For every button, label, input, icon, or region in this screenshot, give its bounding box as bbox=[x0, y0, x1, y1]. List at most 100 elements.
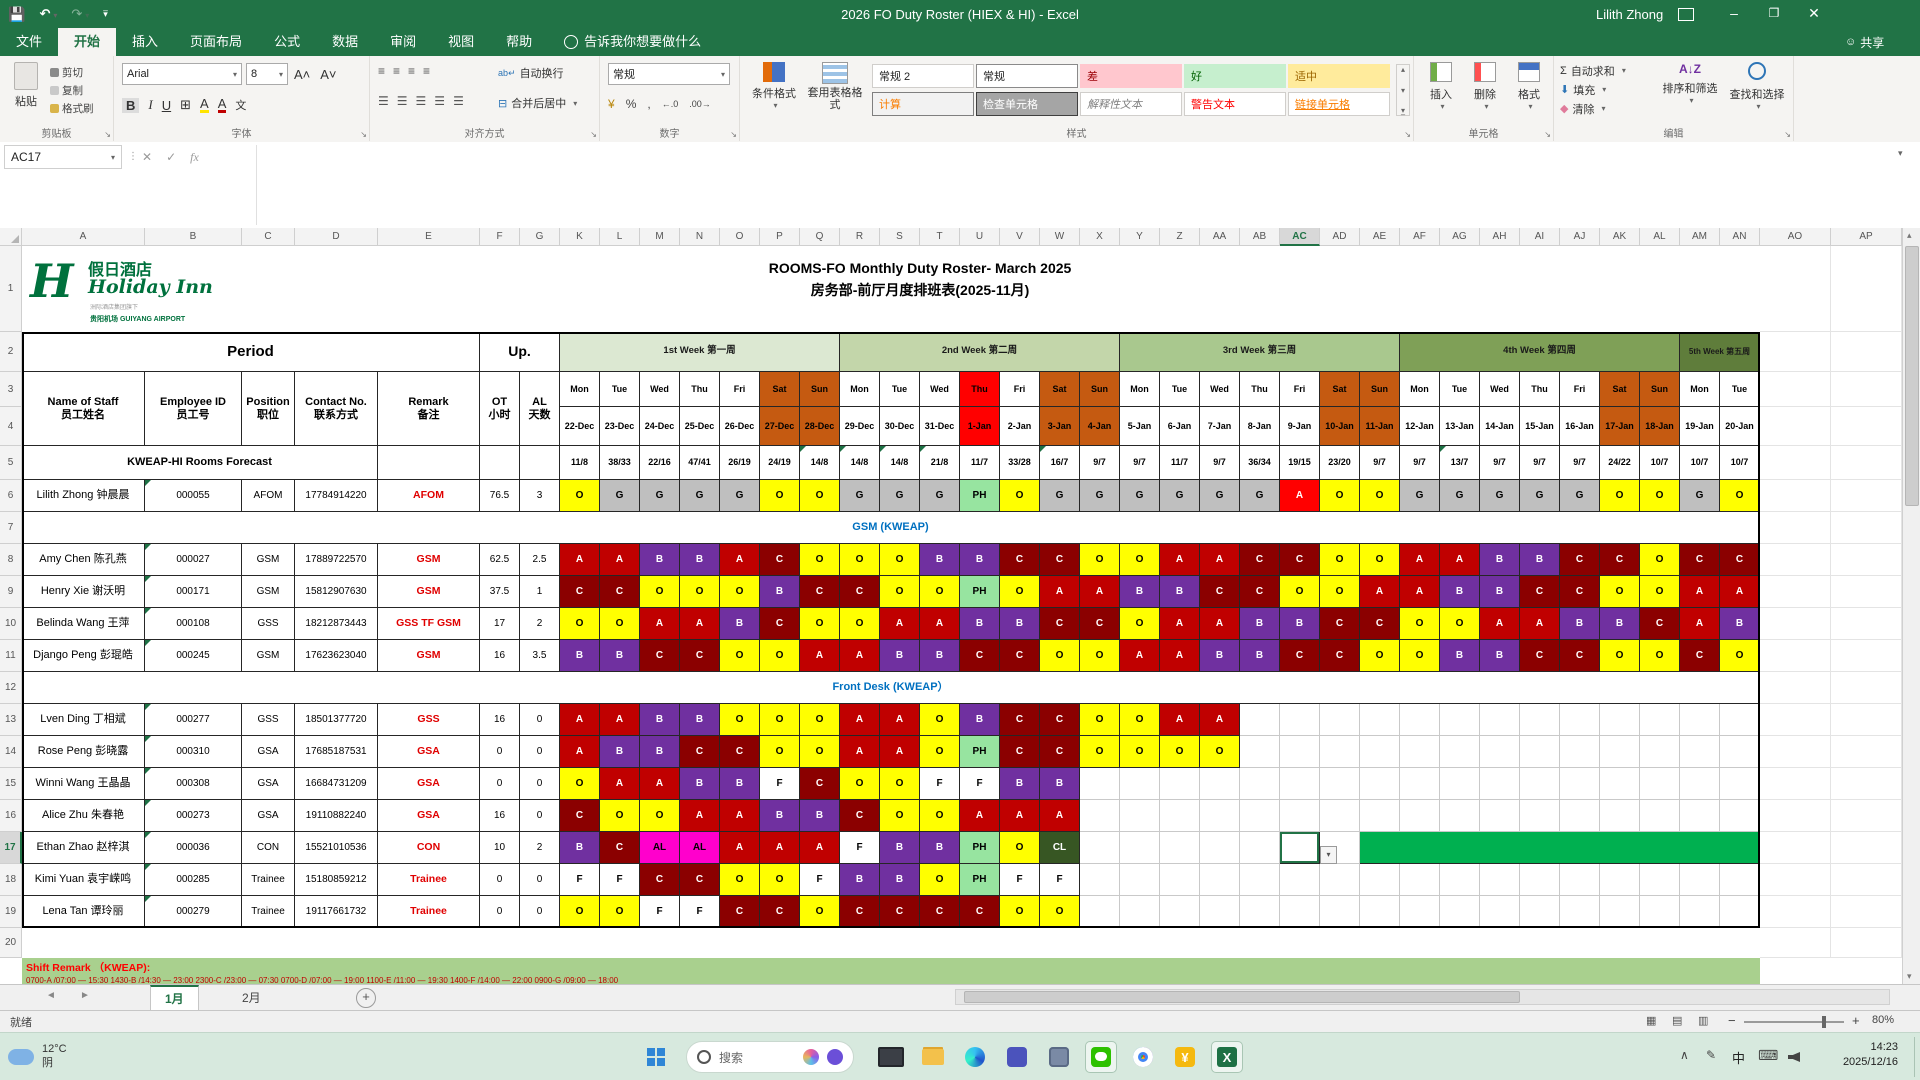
selected-cell-AC17[interactable] bbox=[1280, 832, 1320, 864]
empty-shift-cell[interactable] bbox=[1360, 800, 1400, 832]
staff-name[interactable]: Django Peng 彭琨皓 bbox=[22, 640, 145, 672]
empty-shift-cell[interactable] bbox=[1200, 864, 1240, 896]
column-header-K[interactable]: K bbox=[560, 228, 600, 246]
cell-style-警告文本[interactable]: 警告文本 bbox=[1184, 92, 1286, 116]
row-header-19[interactable]: 19 bbox=[0, 896, 22, 928]
shift-cell[interactable]: O bbox=[1080, 544, 1120, 576]
staff-position[interactable]: GSM bbox=[242, 544, 295, 576]
insert-function-icon[interactable]: fx bbox=[190, 150, 199, 165]
shift-cell[interactable]: A bbox=[1000, 800, 1040, 832]
staff-id[interactable]: 000036 bbox=[145, 832, 242, 864]
forecast-cell[interactable]: 22/16 bbox=[640, 446, 680, 480]
shift-cell[interactable]: A bbox=[560, 704, 600, 736]
empty-shift-cell[interactable] bbox=[1720, 864, 1760, 896]
paste-button[interactable]: 粘贴 bbox=[6, 62, 46, 120]
empty-shift-cell[interactable] bbox=[1120, 800, 1160, 832]
shift-cell[interactable]: A bbox=[880, 608, 920, 640]
shift-cell[interactable]: PH bbox=[960, 736, 1000, 768]
close-button[interactable]: ✕ bbox=[1794, 0, 1834, 28]
shift-cell[interactable]: PH bbox=[960, 576, 1000, 608]
empty-shift-cell[interactable] bbox=[1600, 736, 1640, 768]
shift-cell[interactable]: B bbox=[1480, 544, 1520, 576]
merged-green-range[interactable] bbox=[1360, 832, 1760, 864]
empty-shift-cell[interactable] bbox=[1280, 864, 1320, 896]
row-header-9[interactable]: 9 bbox=[0, 576, 22, 608]
shift-cell[interactable]: O bbox=[720, 640, 760, 672]
shift-cell[interactable]: B bbox=[680, 704, 720, 736]
shift-cell[interactable]: C bbox=[1000, 640, 1040, 672]
staff-position[interactable]: GSA bbox=[242, 736, 295, 768]
shift-cell[interactable]: O bbox=[1080, 640, 1120, 672]
shift-cell[interactable]: B bbox=[600, 640, 640, 672]
ribbon-tab-视图[interactable]: 视图 bbox=[432, 28, 490, 56]
shift-cell[interactable]: O bbox=[760, 640, 800, 672]
shift-cell[interactable]: O bbox=[1200, 736, 1240, 768]
shift-cell[interactable]: A bbox=[560, 736, 600, 768]
staff-id[interactable]: 000308 bbox=[145, 768, 242, 800]
shift-cell[interactable]: O bbox=[800, 736, 840, 768]
shift-cell[interactable]: O bbox=[880, 544, 920, 576]
shift-cell[interactable]: C bbox=[680, 864, 720, 896]
forecast-cell[interactable]: 33/28 bbox=[1000, 446, 1040, 480]
cells-格式-button[interactable]: 格式 ▾ bbox=[1508, 62, 1550, 120]
shift-cell[interactable]: O bbox=[1360, 480, 1400, 512]
percent-format-icon[interactable]: % bbox=[626, 97, 637, 111]
shift-cell[interactable]: C bbox=[1040, 704, 1080, 736]
shift-cell[interactable]: A bbox=[1040, 800, 1080, 832]
shift-cell[interactable]: A bbox=[1080, 576, 1120, 608]
number-format-select[interactable]: 常规 ▾ bbox=[608, 63, 730, 85]
shift-cell[interactable]: O bbox=[1280, 576, 1320, 608]
shift-cell[interactable]: A bbox=[1160, 608, 1200, 640]
clipboard-item-2[interactable]: 格式刷 bbox=[50, 100, 112, 116]
shift-cell[interactable]: O bbox=[920, 704, 960, 736]
keyboard-icon[interactable]: ⌨ bbox=[1758, 1047, 1778, 1064]
shift-cell[interactable]: A bbox=[1280, 480, 1320, 512]
staff-ot[interactable]: 16 bbox=[480, 704, 520, 736]
staff-al[interactable]: 0 bbox=[520, 800, 560, 832]
empty-shift-cell[interactable] bbox=[1120, 768, 1160, 800]
cell-style-解释性文本[interactable]: 解释性文本 bbox=[1080, 92, 1182, 116]
shift-cell[interactable]: C bbox=[920, 896, 960, 928]
column-header-G[interactable]: G bbox=[520, 228, 560, 246]
vertical-scroll-thumb[interactable] bbox=[1905, 246, 1919, 506]
staff-name[interactable]: Belinda Wang 王萍 bbox=[22, 608, 145, 640]
forecast-cell[interactable]: 9/7 bbox=[1120, 446, 1160, 480]
staff-position[interactable]: Trainee bbox=[242, 864, 295, 896]
shift-cell[interactable]: C bbox=[1560, 576, 1600, 608]
row-header-3[interactable]: 3 bbox=[0, 372, 22, 407]
increase-font-icon[interactable]: A˄ bbox=[294, 67, 310, 82]
shift-cell[interactable]: A bbox=[680, 608, 720, 640]
shift-cell[interactable]: O bbox=[720, 704, 760, 736]
column-header-S[interactable]: S bbox=[880, 228, 920, 246]
empty-shift-cell[interactable] bbox=[1480, 704, 1520, 736]
forecast-cell[interactable]: 10/7 bbox=[1640, 446, 1680, 480]
shift-cell[interactable]: C bbox=[1560, 640, 1600, 672]
shift-cell[interactable]: B bbox=[880, 832, 920, 864]
column-header-U[interactable]: U bbox=[960, 228, 1000, 246]
empty-shift-cell[interactable] bbox=[1080, 832, 1120, 864]
gallery-up-icon[interactable]: ▴ bbox=[1401, 65, 1405, 74]
forecast-cell[interactable]: 13/7 bbox=[1440, 446, 1480, 480]
empty-shift-cell[interactable] bbox=[1520, 704, 1560, 736]
name-box[interactable]: AC17 ▾ bbox=[4, 145, 122, 169]
staff-contact[interactable]: 15812907630 bbox=[295, 576, 378, 608]
shift-cell[interactable]: A bbox=[680, 800, 720, 832]
shift-cell[interactable]: AL bbox=[640, 832, 680, 864]
forecast-cell[interactable]: 36/34 bbox=[1240, 446, 1280, 480]
view-normal-icon[interactable]: ▦ bbox=[1646, 1014, 1656, 1027]
tray-pen-icon[interactable]: ✎ bbox=[1706, 1048, 1716, 1062]
empty-shift-cell[interactable] bbox=[1480, 800, 1520, 832]
shift-cell[interactable]: C bbox=[1280, 544, 1320, 576]
shift-cell[interactable]: C bbox=[760, 544, 800, 576]
shift-cell[interactable]: B bbox=[1040, 768, 1080, 800]
row-header-5[interactable]: 5 bbox=[0, 446, 22, 480]
forecast-cell[interactable]: 9/7 bbox=[1080, 446, 1120, 480]
shift-cell[interactable]: A bbox=[720, 544, 760, 576]
empty-shift-cell[interactable] bbox=[1640, 704, 1680, 736]
shift-cell[interactable]: F bbox=[840, 832, 880, 864]
shift-cell[interactable]: O bbox=[760, 704, 800, 736]
empty-shift-cell[interactable] bbox=[1680, 800, 1720, 832]
shift-cell[interactable]: O bbox=[880, 768, 920, 800]
staff-ot[interactable]: 16 bbox=[480, 800, 520, 832]
shift-cell[interactable]: O bbox=[1720, 480, 1760, 512]
